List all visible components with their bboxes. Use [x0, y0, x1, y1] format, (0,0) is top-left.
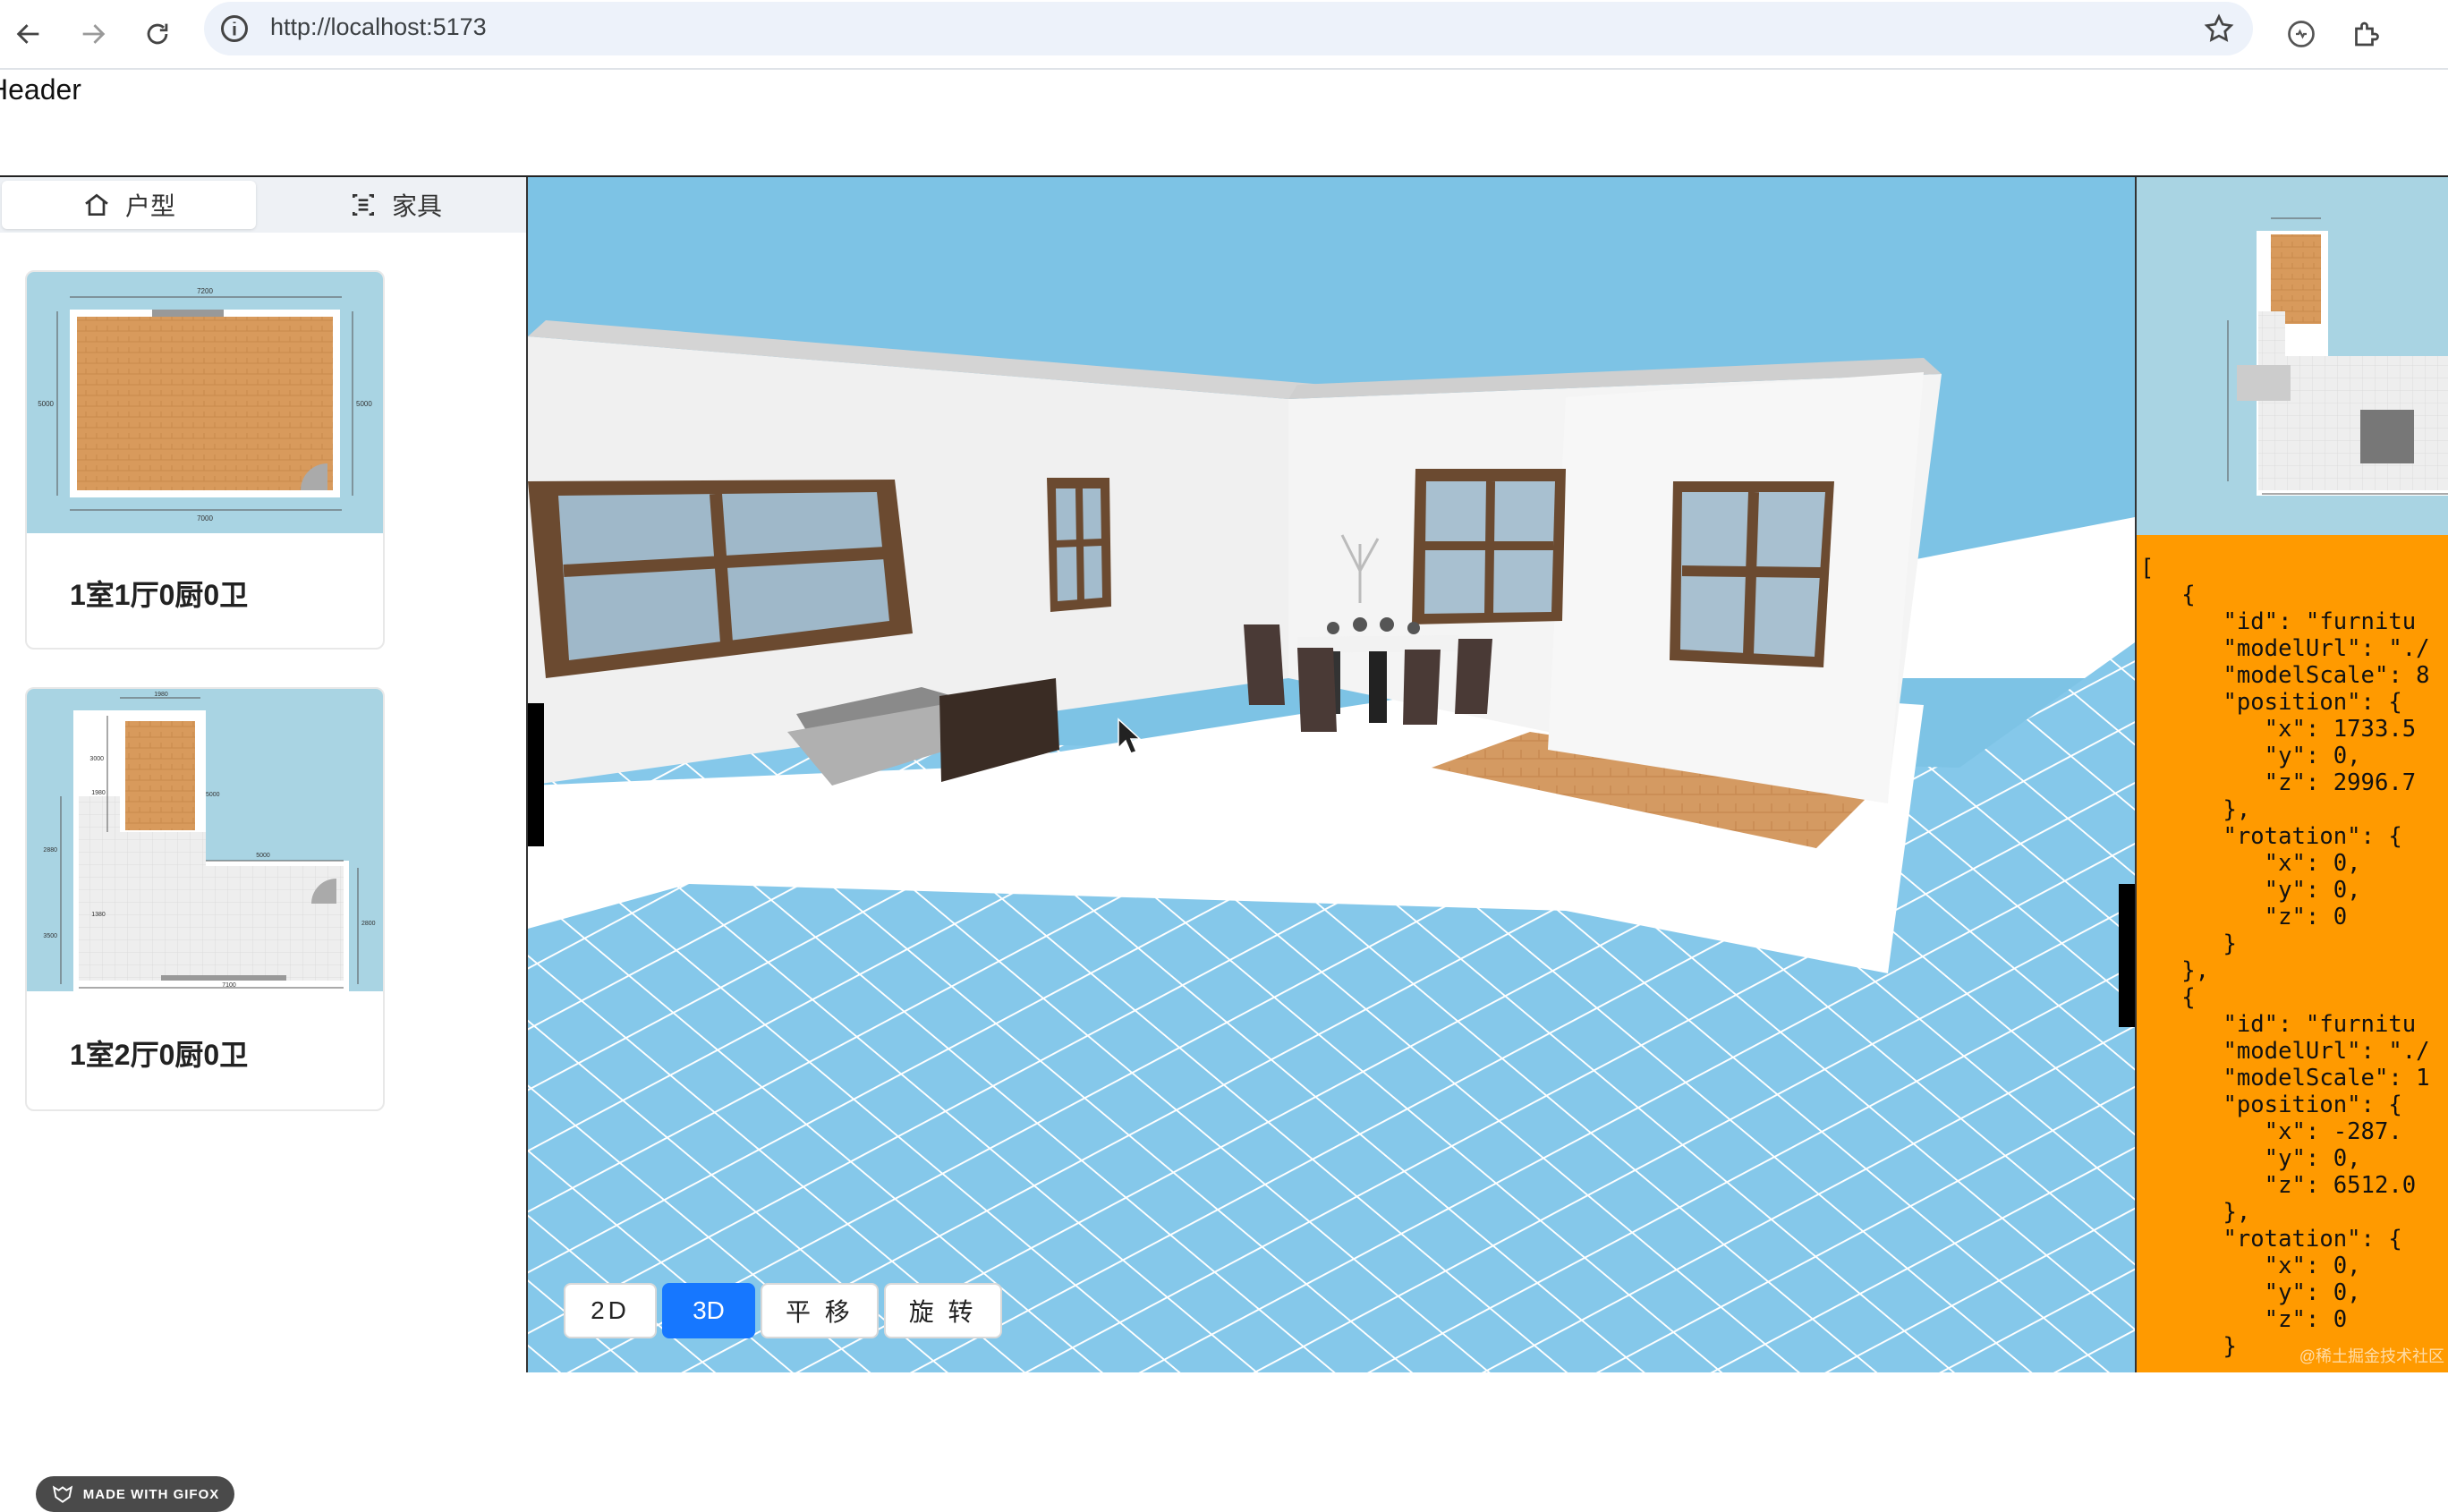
window — [1047, 478, 1111, 612]
inspector-panel: [ { "id": "furnitu "modelUrl": "./ "mode… — [2135, 177, 2448, 1372]
panel-tabs: 户型 家具 — [0, 177, 526, 233]
tab-furniture-label: 家具 — [391, 192, 442, 220]
json-line: } — [2223, 1333, 2237, 1360]
json-line: "z": 6512.0 — [2264, 1172, 2417, 1199]
site-info-icon[interactable] — [218, 13, 251, 45]
floorplan-thumbnail: 7200 5000 5000 7000 — [27, 272, 383, 533]
json-line: "position": { — [2223, 689, 2402, 716]
reload-button[interactable] — [132, 9, 183, 59]
json-line: "z": 2996.7 — [2264, 769, 2417, 796]
extensions-icon — [2355, 21, 2379, 47]
floorplan-card-title: 1室2厅0厨0卫 — [70, 1039, 249, 1071]
dim-label: 1380 — [91, 912, 106, 918]
json-line: "x": -287. — [2264, 1118, 2402, 1145]
app-header: Header — [0, 70, 2448, 177]
gifox-label: MADE WITH GIFOX — [82, 1486, 220, 1502]
tab-furniture[interactable]: 家具 — [268, 181, 523, 229]
left-resize-handle[interactable] — [528, 703, 544, 846]
header-text: Header — [0, 73, 81, 106]
json-line: { — [2181, 984, 2196, 1011]
forward-arrow-icon — [82, 24, 106, 44]
json-line: "rotation": { — [2223, 1226, 2402, 1253]
floorplan-thumbnail: 1980 3000 5000 1980 2880 5000 2800 1380 … — [27, 689, 383, 991]
json-line: "z": 0 — [2264, 1306, 2348, 1333]
dim-label: 3500 — [43, 933, 57, 939]
reload-icon — [147, 23, 168, 45]
json-line: "y": 0, — [2264, 743, 2361, 769]
dim-label: 2800 — [361, 921, 376, 927]
json-line: }, — [2181, 957, 2210, 984]
mode-rotate-button[interactable]: 旋 转 — [883, 1283, 1002, 1338]
furniture-icon — [352, 194, 374, 216]
floorplan-1-drawing: 7200 5000 5000 7000 — [38, 287, 372, 522]
browser-toolbar: http://localhost:5173 — [0, 0, 2448, 70]
dim-label: 1980 — [91, 790, 106, 796]
view-mode-toolbar: 2D 3D 平 移 旋 转 — [564, 1283, 1002, 1338]
forward-button[interactable] — [68, 9, 118, 59]
dim-label: 2880 — [43, 847, 57, 854]
dim-label: 1980 — [154, 692, 168, 698]
json-line: "modelScale": 1 — [2223, 1065, 2430, 1092]
back-button[interactable] — [4, 9, 54, 59]
json-line: "position": { — [2223, 1092, 2402, 1118]
address-bar[interactable]: http://localhost:5173 — [204, 2, 2253, 55]
tab-floorplan-label: 户型 — [124, 192, 175, 220]
performance-icon — [2288, 21, 2315, 47]
dim-label: 7000 — [197, 514, 213, 522]
back-arrow-icon — [16, 24, 39, 44]
performance-button[interactable] — [2278, 11, 2325, 57]
3d-scene — [528, 177, 2135, 1372]
json-line: "modelUrl": "./ — [2223, 1038, 2430, 1065]
tab-floorplan[interactable]: 户型 — [2, 181, 256, 229]
home-icon — [85, 193, 108, 216]
dim-label: 5000 — [356, 400, 372, 408]
url-text[interactable]: http://localhost:5173 — [270, 13, 487, 41]
layout-panel: 户型 家具 7200 5000 5000 7000 1室1厅0厨0卫 1980 … — [0, 177, 528, 1512]
json-line: "modelScale": 8 — [2223, 662, 2430, 689]
json-code: [ { "id": "furnitu "modelUrl": "./ "mode… — [2137, 535, 2448, 1360]
json-line: } — [2223, 930, 2237, 957]
right-resize-handle[interactable] — [2119, 884, 2135, 1027]
json-line: }, — [2223, 1199, 2251, 1226]
dim-label: 7200 — [197, 287, 213, 295]
dim-label: 7100 — [222, 982, 236, 989]
json-line: { — [2181, 582, 2196, 608]
json-line: [ — [2140, 555, 2155, 582]
json-line: }, — [2223, 796, 2251, 823]
dim-label: 3000 — [89, 756, 104, 762]
3d-viewport[interactable]: 2D 3D 平 移 旋 转 — [528, 177, 2135, 1372]
dim-label: 5000 — [256, 853, 270, 859]
json-line: "z": 0 — [2264, 904, 2348, 930]
floorplan-card-1[interactable]: 7200 5000 5000 7000 1室1厅0厨0卫 — [25, 270, 385, 650]
floorplan-card-title: 1室1厅0厨0卫 — [70, 579, 249, 611]
json-line: "x": 1733.5 — [2264, 716, 2417, 743]
bookmark-star-icon[interactable] — [2203, 13, 2235, 45]
window — [1670, 481, 1834, 667]
window — [1412, 469, 1566, 624]
gifox-badge: MADE WITH GIFOX — [36, 1476, 234, 1512]
dim-label: 5000 — [206, 792, 220, 798]
mode-3d-button[interactable]: 3D — [662, 1283, 755, 1338]
json-line: "x": 0, — [2264, 1253, 2361, 1279]
gifox-logo-icon — [52, 1485, 72, 1503]
minimap[interactable] — [2137, 177, 2448, 535]
floorplan-2-drawing: 1980 3000 5000 1980 2880 5000 2800 1380 … — [43, 692, 376, 991]
json-data-panel[interactable]: [ { "id": "furnitu "modelUrl": "./ "mode… — [2137, 535, 2448, 1372]
json-line: "id": "furnitu — [2223, 608, 2417, 635]
json-line: "x": 0, — [2264, 850, 2361, 877]
json-line: "rotation": { — [2223, 823, 2402, 850]
dim-label: 5000 — [38, 400, 54, 408]
minimap-floorplan — [2227, 217, 2448, 496]
json-line: "y": 0, — [2264, 1145, 2361, 1172]
json-line: "y": 0, — [2264, 1279, 2361, 1306]
json-line: "y": 0, — [2264, 877, 2361, 904]
json-line: "id": "furnitu — [2223, 1011, 2417, 1038]
json-line: "modelUrl": "./ — [2223, 635, 2430, 662]
mode-2d-button[interactable]: 2D — [564, 1283, 657, 1338]
floorplan-card-2[interactable]: 1980 3000 5000 1980 2880 5000 2800 1380 … — [25, 687, 385, 1111]
mode-pan-button[interactable]: 平 移 — [761, 1283, 879, 1338]
extensions-button[interactable] — [2342, 11, 2389, 57]
watermark-text: @稀土掘金技术社区 — [2299, 1347, 2444, 1365]
